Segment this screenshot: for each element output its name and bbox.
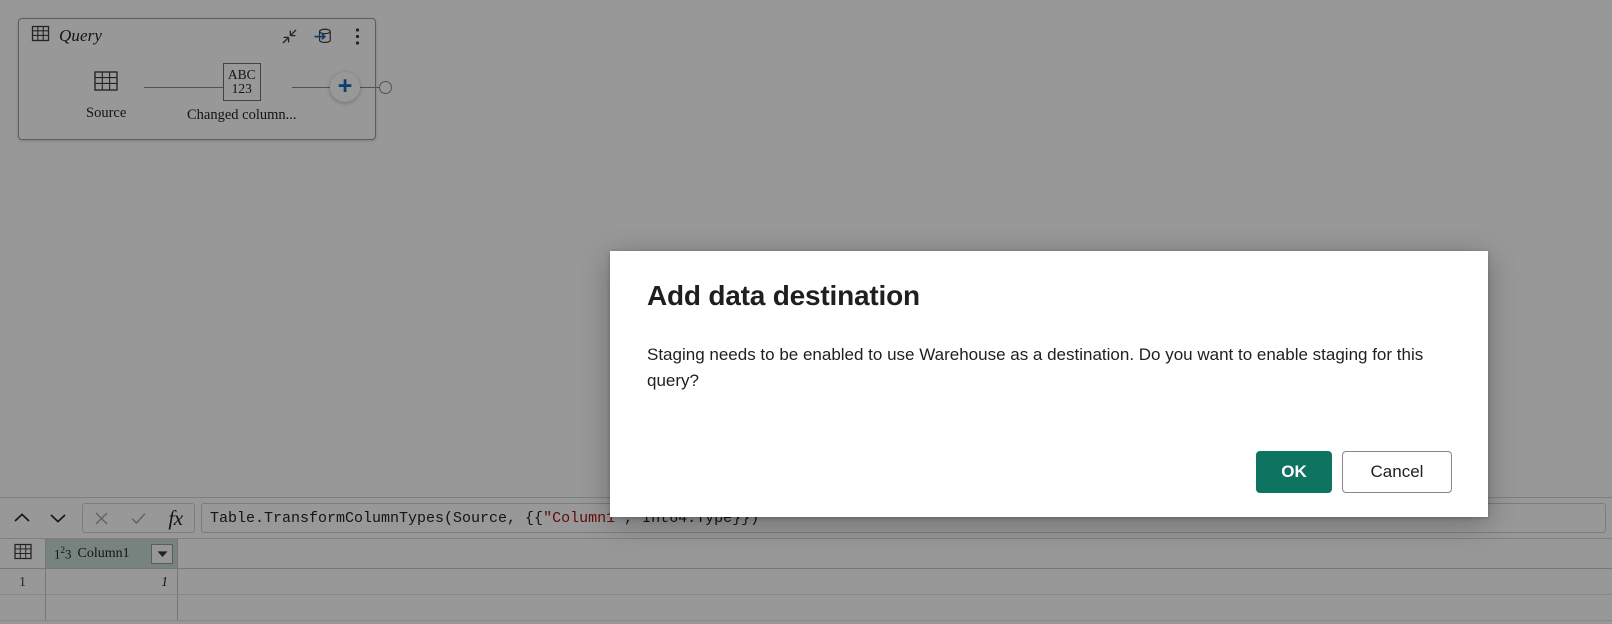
ok-button[interactable]: OK xyxy=(1256,451,1332,493)
add-data-destination-dialog: Add data destination Staging needs to be… xyxy=(610,251,1488,517)
dialog-message: Staging needs to be enabled to use Wareh… xyxy=(647,344,1424,391)
dialog-title: Add data destination xyxy=(647,280,920,311)
dialog-actions: OK Cancel xyxy=(647,451,1452,493)
cancel-button[interactable]: Cancel xyxy=(1342,451,1452,493)
